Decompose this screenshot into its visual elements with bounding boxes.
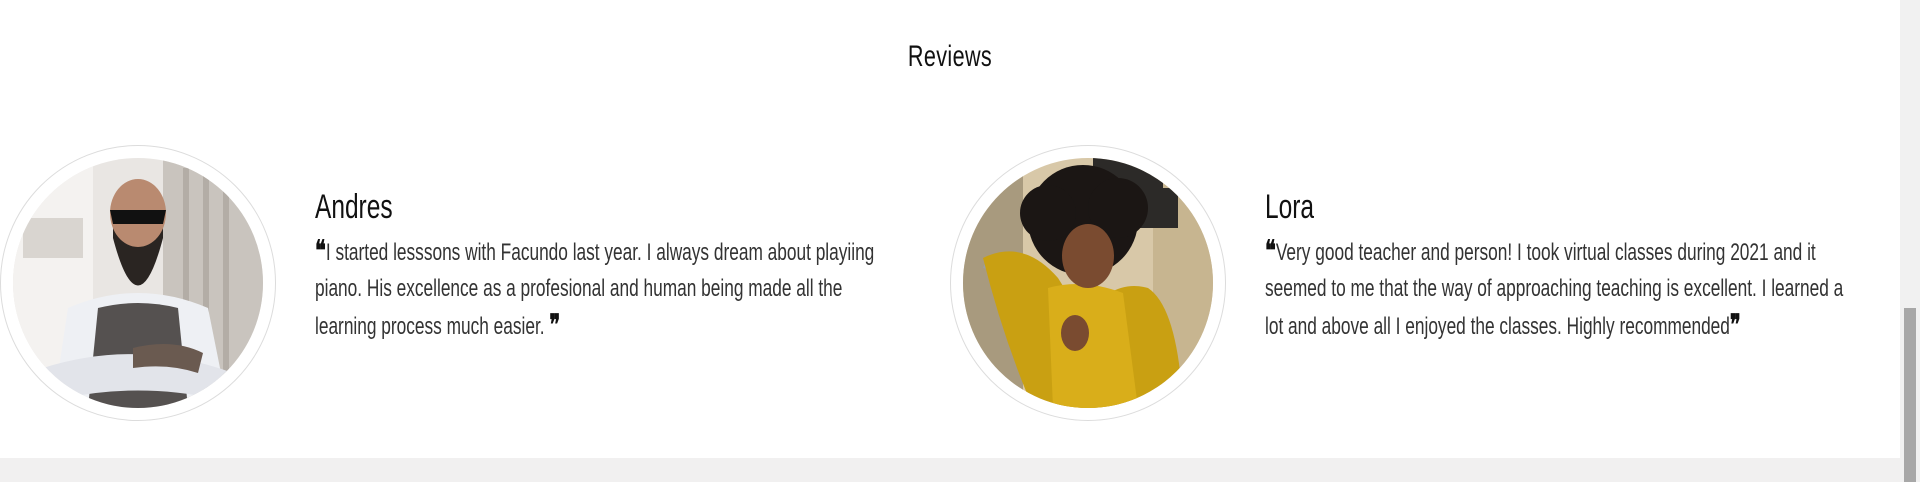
review-body: Andres ❝I started lesssons with Facundo … bbox=[315, 187, 915, 345]
review-text: Very good teacher and person! I took vir… bbox=[1265, 239, 1844, 340]
open-quote-icon: ❝ bbox=[1265, 234, 1276, 267]
open-quote-icon: ❝ bbox=[315, 234, 326, 267]
page: Reviews Andres ❝I started lesssons with … bbox=[0, 0, 1920, 482]
close-quote-icon: ❞ bbox=[1729, 308, 1741, 341]
review-body: Lora ❝Very good teacher and person! I to… bbox=[1265, 187, 1865, 345]
review-text: I started lesssons with Facundo last yea… bbox=[315, 239, 875, 340]
close-quote-icon: ❞ bbox=[549, 308, 561, 341]
avatar bbox=[950, 145, 1226, 421]
woman-yellow-hoodie-photo bbox=[963, 158, 1213, 408]
reviewer-name: Andres bbox=[315, 188, 393, 226]
scrollbar-thumb[interactable] bbox=[1904, 308, 1916, 482]
reviewer-name: Lora bbox=[1265, 188, 1315, 226]
avatar bbox=[0, 145, 276, 421]
scrollbar[interactable] bbox=[1900, 0, 1920, 482]
review-quote: ❝Very good teacher and person! I took vi… bbox=[1265, 233, 1855, 345]
review-quote: ❝I started lesssons with Facundo last ye… bbox=[315, 233, 905, 345]
section-title: Reviews bbox=[907, 40, 993, 73]
bearded-man-photo bbox=[13, 158, 263, 408]
footer-band bbox=[0, 458, 1900, 482]
reviews-section: Reviews Andres ❝I started lesssons with … bbox=[0, 0, 1900, 458]
